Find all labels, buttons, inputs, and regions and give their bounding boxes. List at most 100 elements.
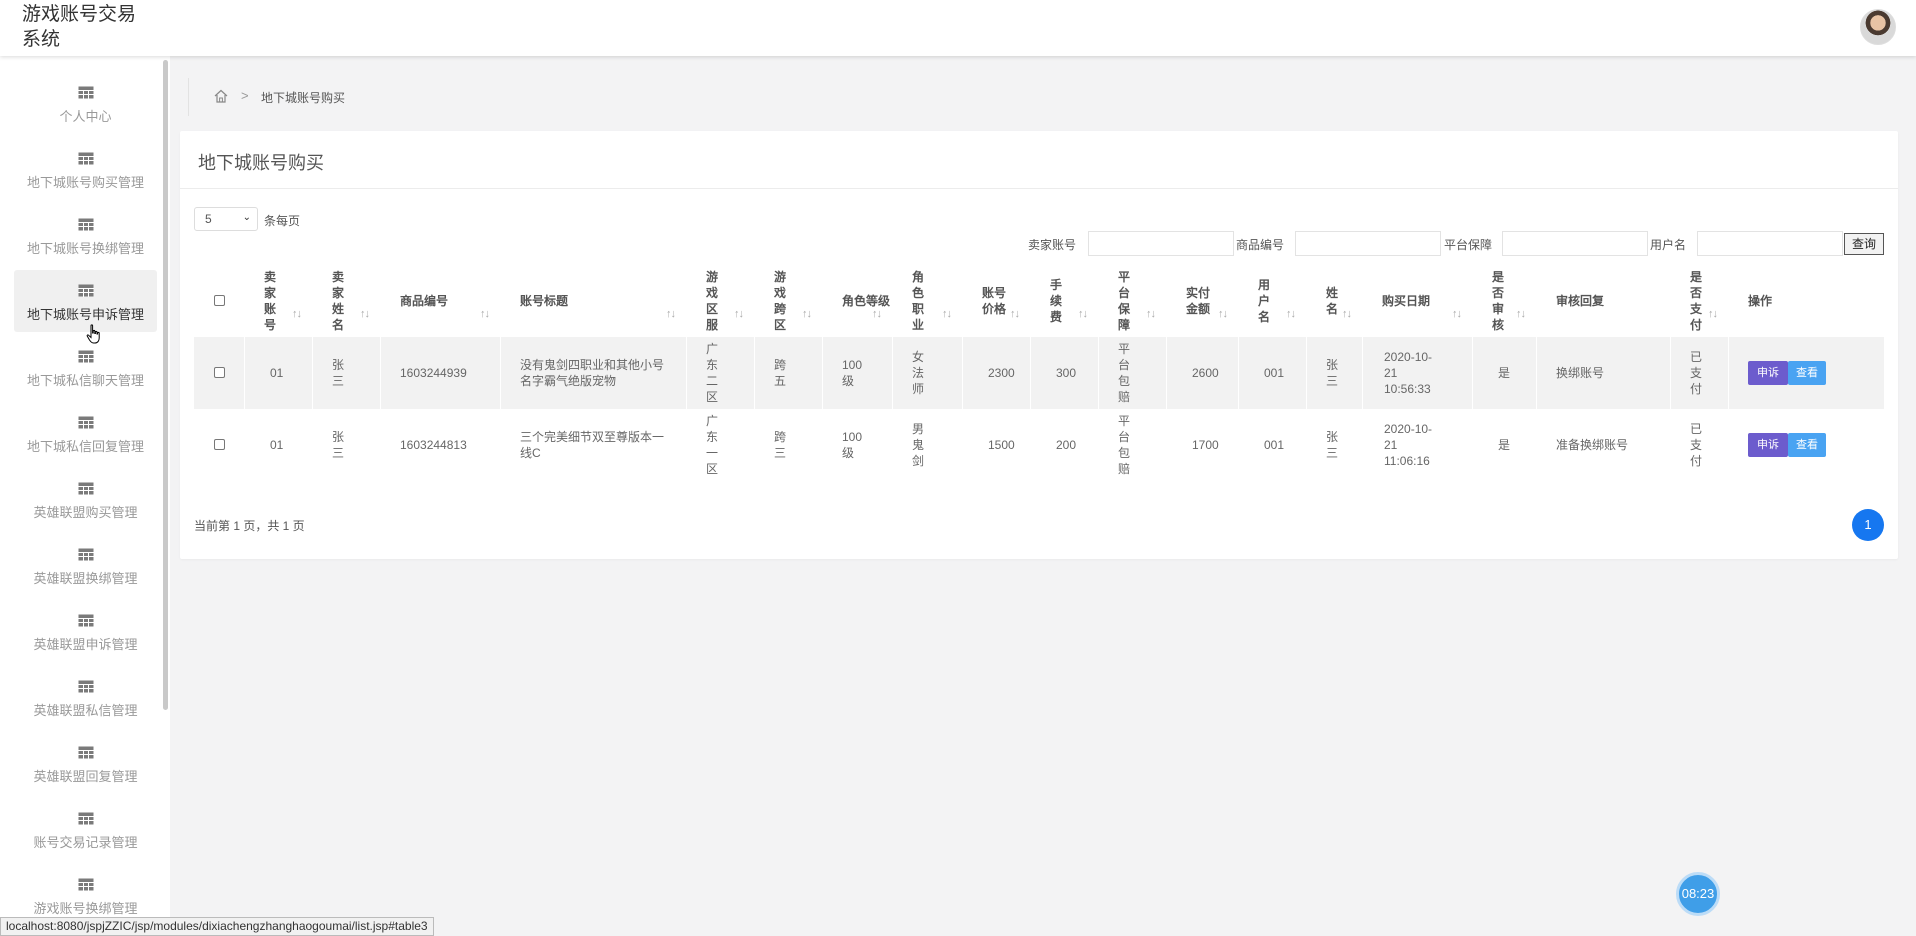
- column-header-product_no[interactable]: 商品编号: [400, 293, 448, 309]
- column-header-level[interactable]: 角色等级: [842, 293, 890, 309]
- sort-icon[interactable]: ↑↓: [666, 308, 676, 320]
- cell-seller_name: 张三: [332, 358, 345, 388]
- home-icon[interactable]: [213, 88, 229, 104]
- platform-input[interactable]: [1502, 231, 1648, 256]
- view-button[interactable]: 查看: [1788, 361, 1826, 385]
- sidebar-item-label: 地下城账号购买管理: [26, 175, 144, 190]
- sidebar-item-label: 地下城私信聊天管理: [26, 373, 144, 388]
- sidebar-item-label: 英雄联盟换绑管理: [33, 571, 138, 586]
- column-header-seller_account[interactable]: 卖家账号: [264, 269, 277, 333]
- column-divider: [1306, 337, 1307, 409]
- sort-icon[interactable]: ↑↓: [1342, 308, 1352, 320]
- cell-fee: 300: [1056, 366, 1077, 380]
- table-icon: [77, 152, 94, 165]
- cell-amount: 2600: [1192, 366, 1219, 380]
- column-header-ops[interactable]: 操作: [1748, 293, 1772, 309]
- hand-cursor-icon: [86, 324, 100, 344]
- column-header-amount[interactable]: 实付金额: [1186, 285, 1214, 317]
- sort-icon[interactable]: ↑↓: [1708, 308, 1718, 320]
- cell-audited: 是: [1498, 366, 1511, 380]
- cell-job: 男鬼剑: [912, 422, 925, 468]
- column-header-fee[interactable]: 手续费: [1050, 277, 1063, 325]
- column-header-server[interactable]: 游戏区服: [706, 269, 719, 333]
- table-icon: [77, 86, 94, 99]
- seller-account-input[interactable]: [1088, 231, 1234, 256]
- column-header-reply[interactable]: 审核回复: [1556, 293, 1604, 309]
- sort-icon[interactable]: ↑↓: [872, 308, 882, 320]
- main-panel: 地下城账号购买 5 ⌄ 条每页 卖家账号 商品编号 平台保障 用户名 查询 卖家…: [180, 131, 1898, 559]
- cell-paid: 已支付: [1690, 350, 1703, 396]
- user-avatar[interactable]: [1860, 9, 1896, 45]
- column-header-cross[interactable]: 游戏跨区: [774, 269, 787, 333]
- sidebar-item-label: 英雄联盟私信管理: [33, 703, 138, 718]
- column-divider: [312, 337, 313, 409]
- table-icon: [77, 812, 94, 825]
- sidebar-item[interactable]: 英雄联盟回复管理: [14, 732, 157, 794]
- app-title: 游戏账号交易系统: [22, 4, 137, 50]
- column-header-seller_name[interactable]: 卖家姓名: [332, 269, 345, 333]
- sort-icon[interactable]: ↑↓: [1516, 308, 1526, 320]
- sort-icon[interactable]: ↑↓: [942, 308, 952, 320]
- cell-product_no: 1603244813: [400, 438, 467, 452]
- sidebar-item[interactable]: 地下城账号购买管理: [14, 138, 157, 200]
- sort-icon[interactable]: ↑↓: [1452, 308, 1462, 320]
- cell-cross: 跨三: [774, 430, 787, 460]
- table-icon: [77, 350, 94, 363]
- column-header-price[interactable]: 账号价格: [982, 285, 1010, 317]
- username-label: 用户名: [1650, 238, 1687, 252]
- column-header-platform[interactable]: 平台保障: [1118, 269, 1131, 333]
- sidebar-item[interactable]: 英雄联盟购买管理: [14, 468, 157, 530]
- page-info: 当前第 1 页，共 1 页: [194, 519, 305, 533]
- cell-price: 2300: [988, 366, 1015, 380]
- column-header-title[interactable]: 账号标题: [520, 293, 568, 309]
- sort-icon[interactable]: ↑↓: [360, 308, 370, 320]
- cell-title: 三个完美细节双至尊版本一线C: [520, 430, 665, 460]
- sidebar-item[interactable]: 地下城账号换绑管理: [14, 204, 157, 266]
- column-divider: [1030, 337, 1031, 409]
- sidebar-item[interactable]: 英雄联盟申诉管理: [14, 600, 157, 662]
- sort-icon[interactable]: ↑↓: [1010, 308, 1020, 320]
- cell-seller_account: 01: [270, 366, 284, 380]
- product-no-label: 商品编号: [1236, 238, 1285, 252]
- sort-icon[interactable]: ↑↓: [1146, 308, 1156, 320]
- sort-icon[interactable]: ↑↓: [1078, 308, 1088, 320]
- sidebar-item[interactable]: 地下城账号申诉管理: [14, 270, 157, 332]
- sort-icon[interactable]: ↑↓: [480, 308, 490, 320]
- row-checkbox[interactable]: [214, 439, 225, 450]
- sidebar-item[interactable]: 个人中心: [14, 72, 157, 134]
- timer-badge[interactable]: 08:23: [1676, 872, 1720, 916]
- column-divider: [1536, 337, 1537, 409]
- sort-icon[interactable]: ↑↓: [734, 308, 744, 320]
- product-no-input[interactable]: [1295, 231, 1441, 256]
- complain-button[interactable]: 申诉: [1748, 433, 1788, 457]
- sidebar-item[interactable]: 英雄联盟换绑管理: [14, 534, 157, 596]
- chevron-right-icon: >: [241, 88, 249, 103]
- column-header-job[interactable]: 角色职业: [912, 269, 925, 333]
- sort-icon[interactable]: ↑↓: [1218, 308, 1228, 320]
- sidebar-item[interactable]: 英雄联盟私信管理: [14, 666, 157, 728]
- column-header-username[interactable]: 用户名: [1258, 277, 1271, 325]
- page-number-button[interactable]: 1: [1852, 509, 1884, 541]
- cell-product_no: 1603244939: [400, 366, 467, 380]
- sort-icon[interactable]: ↑↓: [292, 308, 302, 320]
- sort-icon[interactable]: ↑↓: [802, 308, 812, 320]
- sidebar-scrollbar[interactable]: [163, 60, 168, 710]
- username-input[interactable]: [1697, 231, 1843, 256]
- complain-button[interactable]: 申诉: [1748, 361, 1788, 385]
- page-size-select[interactable]: 5 ⌄: [194, 207, 258, 231]
- row-checkbox[interactable]: [214, 367, 225, 378]
- table-icon: [77, 878, 94, 891]
- cell-date-line: 11:06:16: [1384, 454, 1430, 468]
- search-button[interactable]: 查询: [1844, 233, 1884, 255]
- sidebar-item[interactable]: 地下城私信回复管理: [14, 402, 157, 464]
- column-header-paid[interactable]: 是否支付: [1690, 269, 1703, 333]
- view-button[interactable]: 查看: [1788, 433, 1826, 457]
- divider: [180, 188, 1898, 189]
- column-header-date[interactable]: 购买日期: [1382, 293, 1430, 309]
- column-header-name[interactable]: 姓名: [1326, 285, 1339, 317]
- sidebar-item[interactable]: 账号交易记录管理: [14, 798, 157, 860]
- select-all-checkbox[interactable]: [214, 295, 225, 306]
- column-header-audited[interactable]: 是否审核: [1492, 269, 1505, 333]
- seller-account-label: 卖家账号: [1028, 238, 1077, 252]
- sort-icon[interactable]: ↑↓: [1286, 308, 1296, 320]
